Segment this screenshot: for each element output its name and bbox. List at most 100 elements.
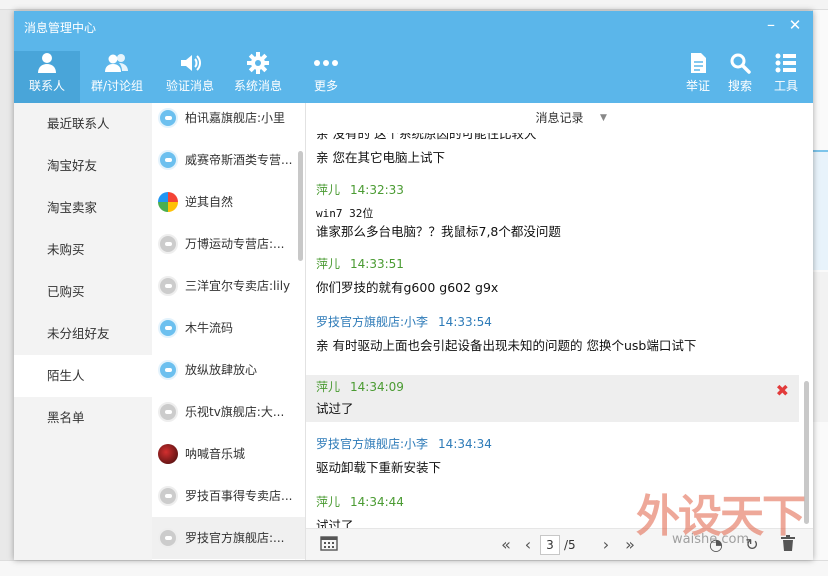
background-app-strip xyxy=(0,0,828,10)
nav-more-label: 更多 xyxy=(313,79,338,93)
nav-verify-messages[interactable]: 验证消息 xyxy=(160,51,220,103)
close-button[interactable]: ✕ xyxy=(784,14,806,36)
contact-name: 罗技百事得专卖店... xyxy=(185,489,293,503)
category-strangers[interactable]: 陌生人 xyxy=(14,355,152,397)
avatar xyxy=(158,276,178,296)
nav-tools[interactable]: 工具 xyxy=(766,51,806,103)
minimize-button[interactable]: – xyxy=(760,14,782,36)
nav-contacts-label: 联系人 xyxy=(28,79,65,93)
category-blacklist[interactable]: 黑名单 xyxy=(14,397,152,439)
page-number-input[interactable]: 3 xyxy=(540,535,560,555)
contact-item[interactable]: 万博运动专营店:... xyxy=(152,223,305,265)
message-meta: 萍儿 14:33:51 xyxy=(316,255,799,273)
contact-item[interactable]: 呐喊音乐城 xyxy=(152,433,305,475)
message-time: 14:34:44 xyxy=(350,495,404,509)
message-item: 亲 您在其它电脑上试下 xyxy=(306,149,799,167)
contact-item[interactable]: 威赛帝斯酒类专营... xyxy=(152,139,305,181)
contact-item[interactable]: 罗技百事得专卖店... xyxy=(152,475,305,517)
contact-item[interactable]: 三洋宜尔专卖店:lily xyxy=(152,265,305,307)
message-partial: 亲 没有的 这个系统原因的可能性比较大 xyxy=(306,133,799,143)
message-meta: 罗技官方旗舰店:小李 14:33:54 xyxy=(316,313,799,331)
category-taobao-friends[interactable]: 淘宝好友 xyxy=(14,145,152,187)
nav-search[interactable]: 搜索 xyxy=(720,51,760,103)
message-meta: 萍儿 14:34:09 xyxy=(316,378,799,396)
category-purchased[interactable]: 已购买 xyxy=(14,271,152,313)
nav-system-messages[interactable]: 系统消息 xyxy=(228,51,288,103)
refresh-icon[interactable]: ↻ xyxy=(742,535,762,555)
chevron-down-icon[interactable]: ▼ xyxy=(600,103,607,133)
category-ungrouped[interactable]: 未分组好友 xyxy=(14,313,152,355)
background-blue-band xyxy=(813,150,828,270)
message-scrollbar[interactable] xyxy=(804,381,809,524)
background-gray-band xyxy=(813,272,828,422)
contact-name: 乐视tv旗舰店:大... xyxy=(185,405,285,419)
message-text: win7 32位 xyxy=(316,207,374,220)
message-time: 14:34:09 xyxy=(350,380,404,394)
contact-item[interactable]: 木牛流码 xyxy=(152,307,305,349)
message-sender: 萍儿 xyxy=(316,257,341,271)
gear-icon xyxy=(247,52,269,74)
first-page-button[interactable]: « xyxy=(496,535,516,555)
document-icon xyxy=(691,53,706,73)
contact-name: 呐喊音乐城 xyxy=(185,447,246,461)
message-text: 试过了 xyxy=(316,518,354,528)
contact-name: 木牛流码 xyxy=(185,321,234,335)
contact-name: 三洋宜尔专卖店:lily xyxy=(185,279,291,293)
window-title: 消息管理中心 xyxy=(24,21,97,35)
message-history-header[interactable]: 消息记录 ▼ xyxy=(306,103,813,133)
contact-name: 万博运动专营店:... xyxy=(185,237,285,251)
page-total: /5 xyxy=(564,538,576,552)
category-taobao-sellers[interactable]: 淘宝卖家 xyxy=(14,187,152,229)
delete-message-icon[interactable]: ✖ xyxy=(776,381,789,400)
contact-item[interactable]: 柏讯嘉旗舰店:小里 xyxy=(152,103,305,139)
background-app-right-edge xyxy=(812,10,828,576)
contact-list-scrollbar[interactable] xyxy=(298,151,303,261)
message-text: 亲 有时驱动上面也会引起设备出现未知的问题的 您换个usb端口试下 xyxy=(316,338,697,353)
avatar xyxy=(158,108,178,128)
next-page-button[interactable]: › xyxy=(598,535,614,555)
person-icon xyxy=(38,53,56,73)
avatar xyxy=(158,486,178,506)
contact-item[interactable]: 放纵放肆放心 xyxy=(152,349,305,391)
calendar-icon[interactable] xyxy=(318,535,340,555)
category-not-purchased[interactable]: 未购买 xyxy=(14,229,152,271)
window-header: 消息管理中心 – ✕ 联系人 群/讨论组 验证消息 系统消息 更多 举证 搜索 … xyxy=(14,11,813,103)
trash-icon[interactable] xyxy=(778,535,798,555)
message-time: 14:34:34 xyxy=(438,437,492,451)
nav-system-label: 系统消息 xyxy=(233,79,282,93)
nav-tools-label: 工具 xyxy=(773,79,798,93)
avatar xyxy=(158,528,178,548)
contact-list: 柏讯嘉旗舰店:小里 威赛帝斯酒类专营... 逆其自然 万博运动专营店:... 三… xyxy=(152,103,306,560)
message-item: 萍儿 14:32:33 win7 32位 谁家那么多台电脑？？我鼠标7,8个都没问… xyxy=(306,181,799,241)
contact-item[interactable]: 逆其自然 xyxy=(152,181,305,223)
message-item: 萍儿 14:34:44 试过了 xyxy=(306,493,799,528)
message-manager-window: 消息管理中心 – ✕ 联系人 群/讨论组 验证消息 系统消息 更多 举证 搜索 … xyxy=(14,11,813,560)
group-icon xyxy=(105,54,128,72)
avatar xyxy=(158,192,178,212)
nav-verify-label: 验证消息 xyxy=(165,79,214,93)
message-sender: 萍儿 xyxy=(316,183,341,197)
message-time: 14:33:51 xyxy=(350,257,404,271)
nav-search-label: 搜索 xyxy=(727,79,752,93)
background-app-bottom-strip xyxy=(0,560,828,576)
message-meta: 罗技官方旗舰店:小李 14:34:34 xyxy=(316,435,799,453)
avatar xyxy=(158,444,178,464)
message-meta: 萍儿 14:34:44 xyxy=(316,493,799,511)
nav-report[interactable]: 举证 xyxy=(678,51,718,103)
speaker-icon xyxy=(181,55,201,71)
message-sender: 罗技官方旗舰店:小李 xyxy=(316,437,429,451)
nav-groups[interactable]: 群/讨论组 xyxy=(86,51,148,103)
list-icon xyxy=(775,53,796,73)
nav-more[interactable]: 更多 xyxy=(298,51,354,103)
contact-item[interactable]: 乐视tv旗舰店:大... xyxy=(152,391,305,433)
previous-page-button[interactable]: ‹ xyxy=(520,535,536,555)
last-page-button[interactable]: » xyxy=(620,535,640,555)
nav-groups-label: 群/讨论组 xyxy=(90,79,144,93)
nav-contacts[interactable]: 联系人 xyxy=(14,51,80,103)
contact-name: 逆其自然 xyxy=(185,195,234,209)
contact-item-selected[interactable]: 罗技官方旗舰店:... xyxy=(152,517,305,559)
history-icon[interactable]: ◔ xyxy=(706,535,726,555)
category-recent[interactable]: 最近联系人 xyxy=(14,103,152,145)
message-item-selected[interactable]: 萍儿 14:34:09 试过了 ✖ xyxy=(306,375,799,422)
contact-name: 放纵放肆放心 xyxy=(185,363,258,377)
